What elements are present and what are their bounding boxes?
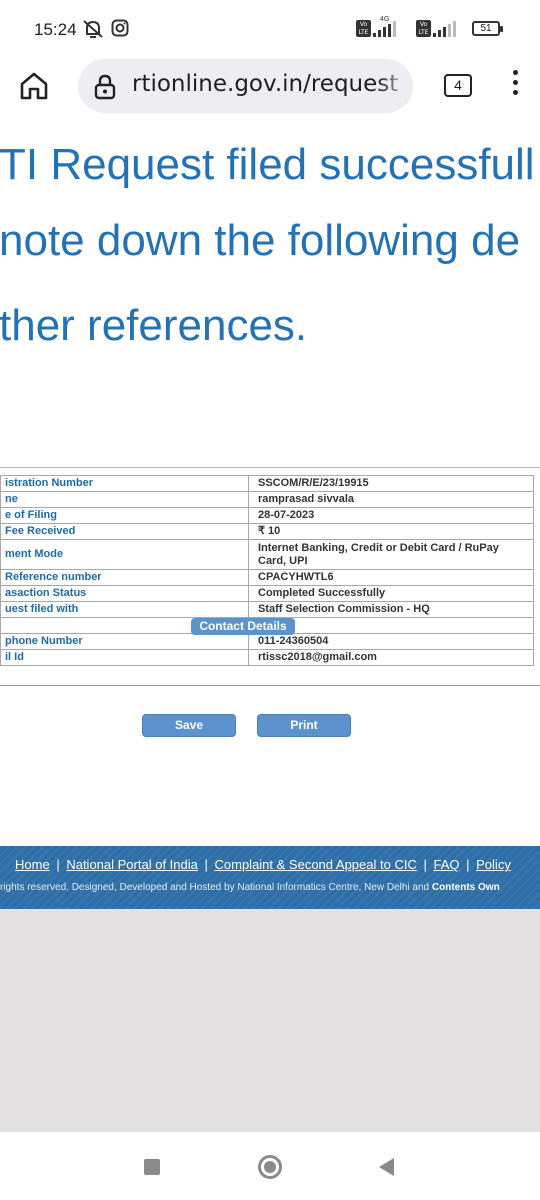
table-row: asaction Status Completed Successfully xyxy=(0,585,534,602)
print-button[interactable]: Print xyxy=(257,714,351,737)
recent-apps-button[interactable] xyxy=(144,1159,160,1175)
field-value: rtissc2018@gmail.com xyxy=(248,649,534,666)
field-value: ramprasad sivvala xyxy=(248,491,534,508)
footer-link-faq[interactable]: FAQ xyxy=(433,857,459,872)
volte-icon: Vo LTE xyxy=(356,20,371,37)
table-row: Reference number CPACYHWTL6 xyxy=(0,569,534,586)
back-button[interactable] xyxy=(379,1158,394,1176)
do-not-disturb-icon xyxy=(82,19,104,44)
lock-icon[interactable] xyxy=(94,74,116,105)
table-row: ment Mode Internet Banking, Credit or Deb… xyxy=(0,539,534,570)
field-value: 011-24360504 xyxy=(248,633,534,650)
headline-line-2: note down the following de xyxy=(0,216,521,265)
site-footer: Home | National Portal of India | Compla… xyxy=(0,846,540,909)
save-button[interactable]: Save xyxy=(142,714,236,737)
table-row: Fee Received ₹ 10 xyxy=(0,523,534,540)
more-vert-icon xyxy=(512,70,518,75)
field-label: Fee Received xyxy=(0,523,249,540)
headline-line-1: TI Request filed successfull xyxy=(0,140,535,189)
footer-link-national-portal[interactable]: National Portal of India xyxy=(66,857,198,872)
field-label: phone Number xyxy=(0,633,249,650)
field-label: ment Mode xyxy=(0,539,249,570)
table-row: ne ramprasad sivvala xyxy=(0,491,534,508)
field-label: istration Number xyxy=(0,475,249,492)
system-navigation-bar xyxy=(0,1132,540,1200)
footer-link-home[interactable]: Home xyxy=(15,857,50,872)
footer-copyright: rights reserved. Designed, Developed and… xyxy=(0,882,500,893)
home-nav-button[interactable] xyxy=(258,1155,282,1179)
signal-sim2-icon: Vo LTE xyxy=(416,20,456,37)
footer-link-policy[interactable]: Policy xyxy=(476,857,511,872)
field-value: Completed Successfully xyxy=(248,585,534,602)
volte-icon: Vo LTE xyxy=(416,20,431,37)
field-value: ₹ 10 xyxy=(248,523,534,540)
table-row: uest filed with Staff Selection Commissio… xyxy=(0,601,534,618)
table-row: istration Number SSCOM/R/E/23/19915 xyxy=(0,475,534,492)
field-label: il Id xyxy=(0,649,249,666)
field-label: ne xyxy=(0,491,249,508)
blank-page-area xyxy=(0,909,540,1132)
divider xyxy=(0,685,540,686)
divider xyxy=(0,467,540,468)
field-value: SSCOM/R/E/23/19915 xyxy=(248,475,534,492)
browser-toolbar: rtionline.gov.in/request 4 xyxy=(0,58,540,120)
home-icon xyxy=(20,72,48,100)
footer-links: Home | National Portal of India | Compla… xyxy=(15,857,511,872)
instagram-icon xyxy=(111,19,129,42)
table-row: phone Number 011-24360504 xyxy=(0,633,534,650)
tab-switcher-button[interactable]: 4 xyxy=(444,74,472,97)
status-bar: 15:24 Vo LTE 4G Vo LTE 51 xyxy=(0,0,540,58)
field-value: Internet Banking, Credit or Debit Card /… xyxy=(248,539,534,570)
overflow-menu-button[interactable] xyxy=(507,70,523,100)
battery-icon: 51 xyxy=(472,21,503,36)
address-bar[interactable]: rtionline.gov.in/request xyxy=(78,59,413,113)
request-details-table: istration Number SSCOM/R/E/23/19915 ne ramp… xyxy=(0,475,534,666)
contact-details-header: Contact Details xyxy=(191,618,295,635)
field-label: uest filed with xyxy=(0,601,249,618)
field-value: CPACYHWTL6 xyxy=(248,569,534,586)
signal-sim1-icon: Vo LTE xyxy=(356,20,396,37)
status-time: 15:24 xyxy=(34,20,77,39)
table-row: il Id rtissc2018@gmail.com xyxy=(0,649,534,666)
field-value: Staff Selection Commission - HQ xyxy=(248,601,534,618)
url-text: rtionline.gov.in/request xyxy=(132,71,399,97)
field-value: 28-07-2023 xyxy=(248,507,534,524)
home-button[interactable] xyxy=(17,69,51,103)
field-label: e of Filing xyxy=(0,507,249,524)
field-label: Reference number xyxy=(0,569,249,586)
network-type-label: 4G xyxy=(380,16,390,23)
footer-link-complaint[interactable]: Complaint & Second Appeal to CIC xyxy=(215,857,417,872)
headline-line-3: ther references. xyxy=(0,301,308,350)
field-label: asaction Status xyxy=(0,585,249,602)
table-row: e of Filing 28-07-2023 xyxy=(0,507,534,524)
page-content: TI Request filed successfull note down t… xyxy=(0,120,540,1132)
